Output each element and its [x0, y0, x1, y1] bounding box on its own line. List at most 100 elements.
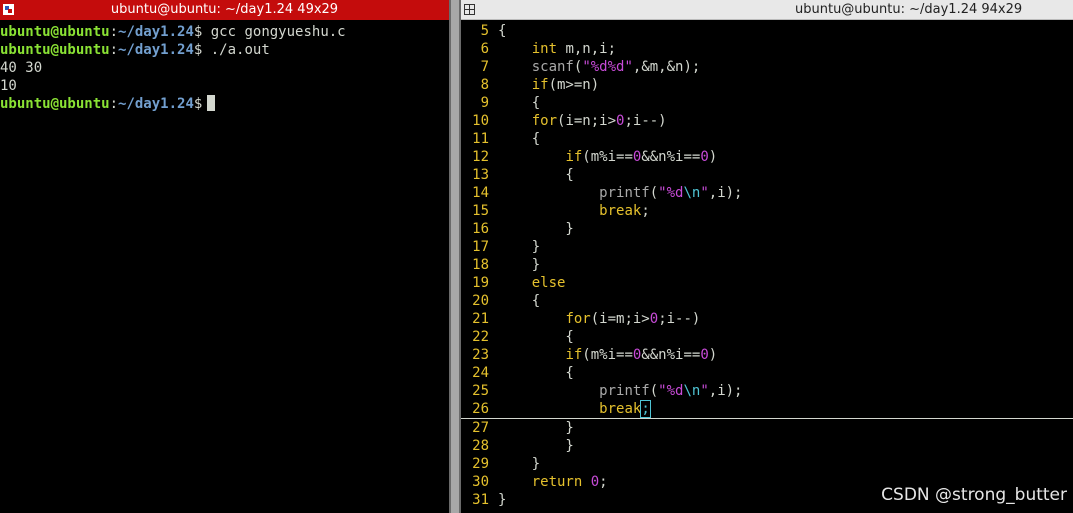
code-line[interactable]: 25 printf("%d\n",i); [461, 382, 1073, 400]
code-line[interactable]: 16 } [461, 220, 1073, 238]
prompt-separator: : [109, 42, 119, 58]
code-line[interactable]: 20 { [461, 292, 1073, 310]
line-number: 13 [472, 167, 489, 183]
right-terminal-titlebar[interactable]: ubuntu@ubuntu: ~/day1.24 94x29 [461, 0, 1073, 20]
line-number: 14 [472, 185, 489, 201]
code-token: (i=n;i> [557, 113, 617, 129]
line-number: 15 [472, 203, 489, 219]
code-line[interactable]: 15 break; [461, 202, 1073, 220]
code-line[interactable]: 18 } [461, 256, 1073, 274]
code-token: } [498, 456, 541, 472]
code-token: 0 [649, 311, 659, 327]
code-token: if [565, 149, 583, 165]
code-line[interactable]: 13 { [461, 166, 1073, 184]
code-token: { [498, 167, 574, 183]
code-line[interactable]: 7 scanf("%d%d",&m,&n); [461, 58, 1073, 76]
line-number: 30 [472, 474, 489, 490]
prompt-user: ubuntu@ubuntu [0, 42, 110, 58]
code-line[interactable]: 19 else [461, 274, 1073, 292]
left-terminal-output[interactable]: ubuntu@ubuntu:~/day1.24$ gcc gongyueshu.… [0, 20, 449, 113]
code-line[interactable]: 12 if(m%i==0&&n%i==0) [461, 148, 1073, 166]
prompt-user: ubuntu@ubuntu [0, 24, 110, 40]
code-line[interactable]: 14 printf("%d\n",i); [461, 184, 1073, 202]
code-token: ,i); [708, 185, 743, 201]
pane-divider[interactable] [449, 0, 461, 513]
line-number: 6 [480, 41, 489, 57]
code-token: "%d [658, 383, 684, 399]
code-line[interactable]: 6 int m,n,i; [461, 40, 1073, 58]
code-token: ,&m,&n); [632, 59, 701, 75]
terminal-cursor[interactable] [207, 95, 216, 111]
code-token: (i=m;i> [590, 311, 650, 327]
code-line[interactable]: 27 } [461, 419, 1073, 437]
line-number: 31 [472, 492, 489, 508]
code-token: 0 [700, 149, 709, 165]
terminal-line: 40 30 [0, 59, 449, 77]
vim-cursor[interactable]: ; [640, 400, 651, 418]
line-number: 27 [472, 420, 489, 436]
terminal-line: ubuntu@ubuntu:~/day1.24$ ./a.out [0, 41, 449, 59]
code-token: (m%i== [582, 347, 633, 363]
code-token: } [498, 239, 541, 255]
line-number: 17 [472, 239, 489, 255]
line-number: 29 [472, 456, 489, 472]
line-number: 25 [472, 383, 489, 399]
prompt-directory: ~/day1.24 [118, 24, 194, 40]
prompt-dollar: $ [193, 96, 203, 112]
code-line[interactable]: 23 if(m%i==0&&n%i==0) [461, 346, 1073, 364]
split-window-icon[interactable] [464, 4, 475, 15]
line-number: 16 [472, 221, 489, 237]
code-token: ,i); [708, 383, 743, 399]
terminal-window-icon[interactable] [3, 4, 14, 15]
code-token: (m%i== [582, 149, 633, 165]
line-number: 24 [472, 365, 489, 381]
right-terminal-pane[interactable]: ubuntu@ubuntu: ~/day1.24 94x29 5{6 int m… [461, 0, 1073, 513]
code-line[interactable]: 29 } [461, 455, 1073, 473]
right-terminal-title: ubuntu@ubuntu: ~/day1.24 94x29 [795, 2, 1023, 17]
code-line[interactable]: 21 for(i=m;i>0;i--) [461, 310, 1073, 328]
terminal-output-text: 40 30 [0, 60, 43, 76]
code-token: \n [683, 185, 701, 201]
code-line[interactable]: 17 } [461, 238, 1073, 256]
code-token: ; [599, 474, 608, 490]
code-token: ( [649, 185, 659, 201]
code-token: { [498, 329, 574, 345]
code-line[interactable]: 28 } [461, 437, 1073, 455]
code-token: { [498, 131, 541, 147]
code-token: else [531, 275, 566, 291]
terminal-command: gcc gongyueshu.c [202, 24, 346, 40]
code-line[interactable]: 9 { [461, 94, 1073, 112]
vim-code-editor[interactable]: 5{6 int m,n,i; 7 scanf("%d%d",&m,&n); 8 if… [461, 22, 1073, 509]
code-line[interactable]: 22 { [461, 328, 1073, 346]
code-token: ;i--) [658, 311, 701, 327]
code-token: scanf [531, 59, 574, 75]
line-number: 5 [480, 23, 489, 39]
terminal-output-text: 10 [0, 78, 17, 94]
code-token: m,n,i; [557, 41, 617, 57]
code-token: } [498, 257, 541, 273]
code-token: { [498, 293, 541, 309]
code-token: ( [649, 383, 659, 399]
code-token: ; [641, 203, 650, 219]
line-number: 19 [472, 275, 489, 291]
code-line[interactable]: 5{ [461, 22, 1073, 40]
code-token: if [565, 347, 583, 363]
code-line[interactable]: 8 if(m>=n) [461, 76, 1073, 94]
left-terminal-title: ubuntu@ubuntu: ~/day1.24 49x29 [110, 2, 339, 17]
prompt-separator: : [109, 24, 119, 40]
code-line[interactable]: 24 { [461, 364, 1073, 382]
code-token: } [498, 492, 507, 508]
code-line[interactable]: 10 for(i=n;i>0;i--) [461, 112, 1073, 130]
code-line[interactable]: 26 break; [461, 400, 1073, 419]
prompt-separator: : [109, 96, 119, 112]
code-token: &&n%i== [641, 347, 701, 363]
code-line[interactable]: 11 { [461, 130, 1073, 148]
left-terminal-titlebar[interactable]: ubuntu@ubuntu: ~/day1.24 49x29 [0, 0, 449, 20]
watermark-text: CSDN @strong_butter [881, 485, 1067, 505]
code-token: for [531, 113, 558, 129]
left-terminal-pane[interactable]: ubuntu@ubuntu: ~/day1.24 49x29 ubuntu@ub… [0, 0, 449, 513]
